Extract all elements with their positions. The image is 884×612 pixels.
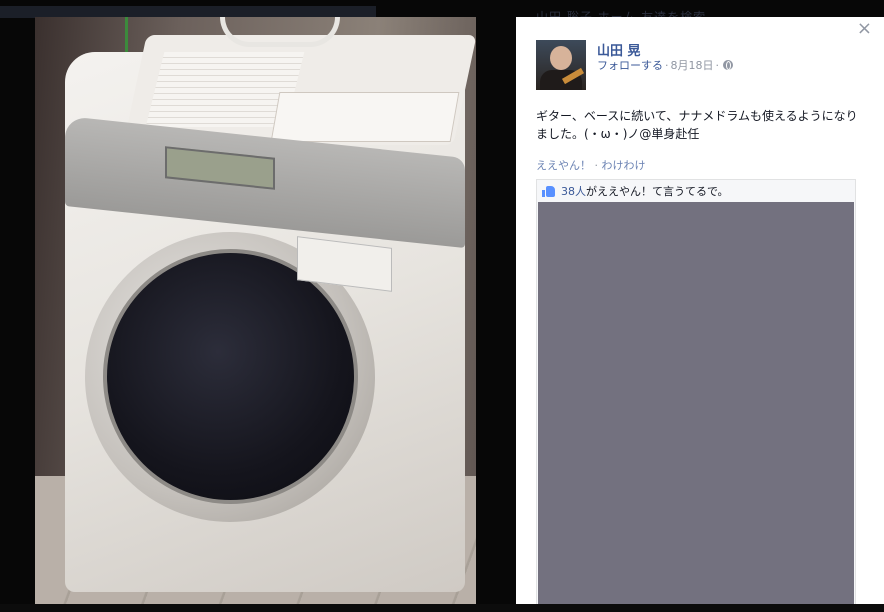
- author-avatar[interactable]: [536, 40, 586, 90]
- likes-summary: 38人がええやん！て言うてるで。: [542, 183, 729, 199]
- meta-separator: ·: [665, 58, 669, 72]
- like-link[interactable]: ええやん！: [536, 159, 591, 172]
- actions-separator: ·: [591, 159, 602, 172]
- thumb-up-icon: [542, 185, 555, 197]
- globe-icon[interactable]: [723, 60, 733, 70]
- meta-separator-2: ·: [715, 58, 720, 72]
- post-side-panel: × 山田 晃 フォローする · 8月18日 · ギター、ベースに続いて、ナナメド…: [516, 17, 884, 606]
- post-actions: ええやん！ · わけわけ: [536, 157, 646, 173]
- door-glass: [103, 249, 358, 504]
- post-meta: フォローする · 8月18日 ·: [597, 57, 733, 73]
- avatar-face: [550, 46, 572, 70]
- background-bottom-bar: [0, 604, 884, 612]
- detergent-lid: [270, 92, 460, 142]
- water-hose: [220, 17, 340, 47]
- likes-box: 38人がええやん！て言うてるで。: [536, 179, 856, 606]
- comments-area[interactable]: [538, 202, 854, 606]
- share-link[interactable]: わけわけ: [602, 159, 646, 172]
- post-date[interactable]: 8月18日: [671, 57, 714, 73]
- post-text: ギター、ベースに続いて、ナナメドラムも使えるようになりました。(・ω・)ノ@単身…: [536, 109, 858, 141]
- likes-count[interactable]: 38人: [561, 185, 586, 198]
- post-photo[interactable]: [35, 17, 476, 606]
- close-icon[interactable]: ×: [857, 19, 872, 39]
- likes-suffix: がええやん！て言うてるで。: [586, 185, 729, 198]
- follow-link[interactable]: フォローする: [597, 57, 663, 73]
